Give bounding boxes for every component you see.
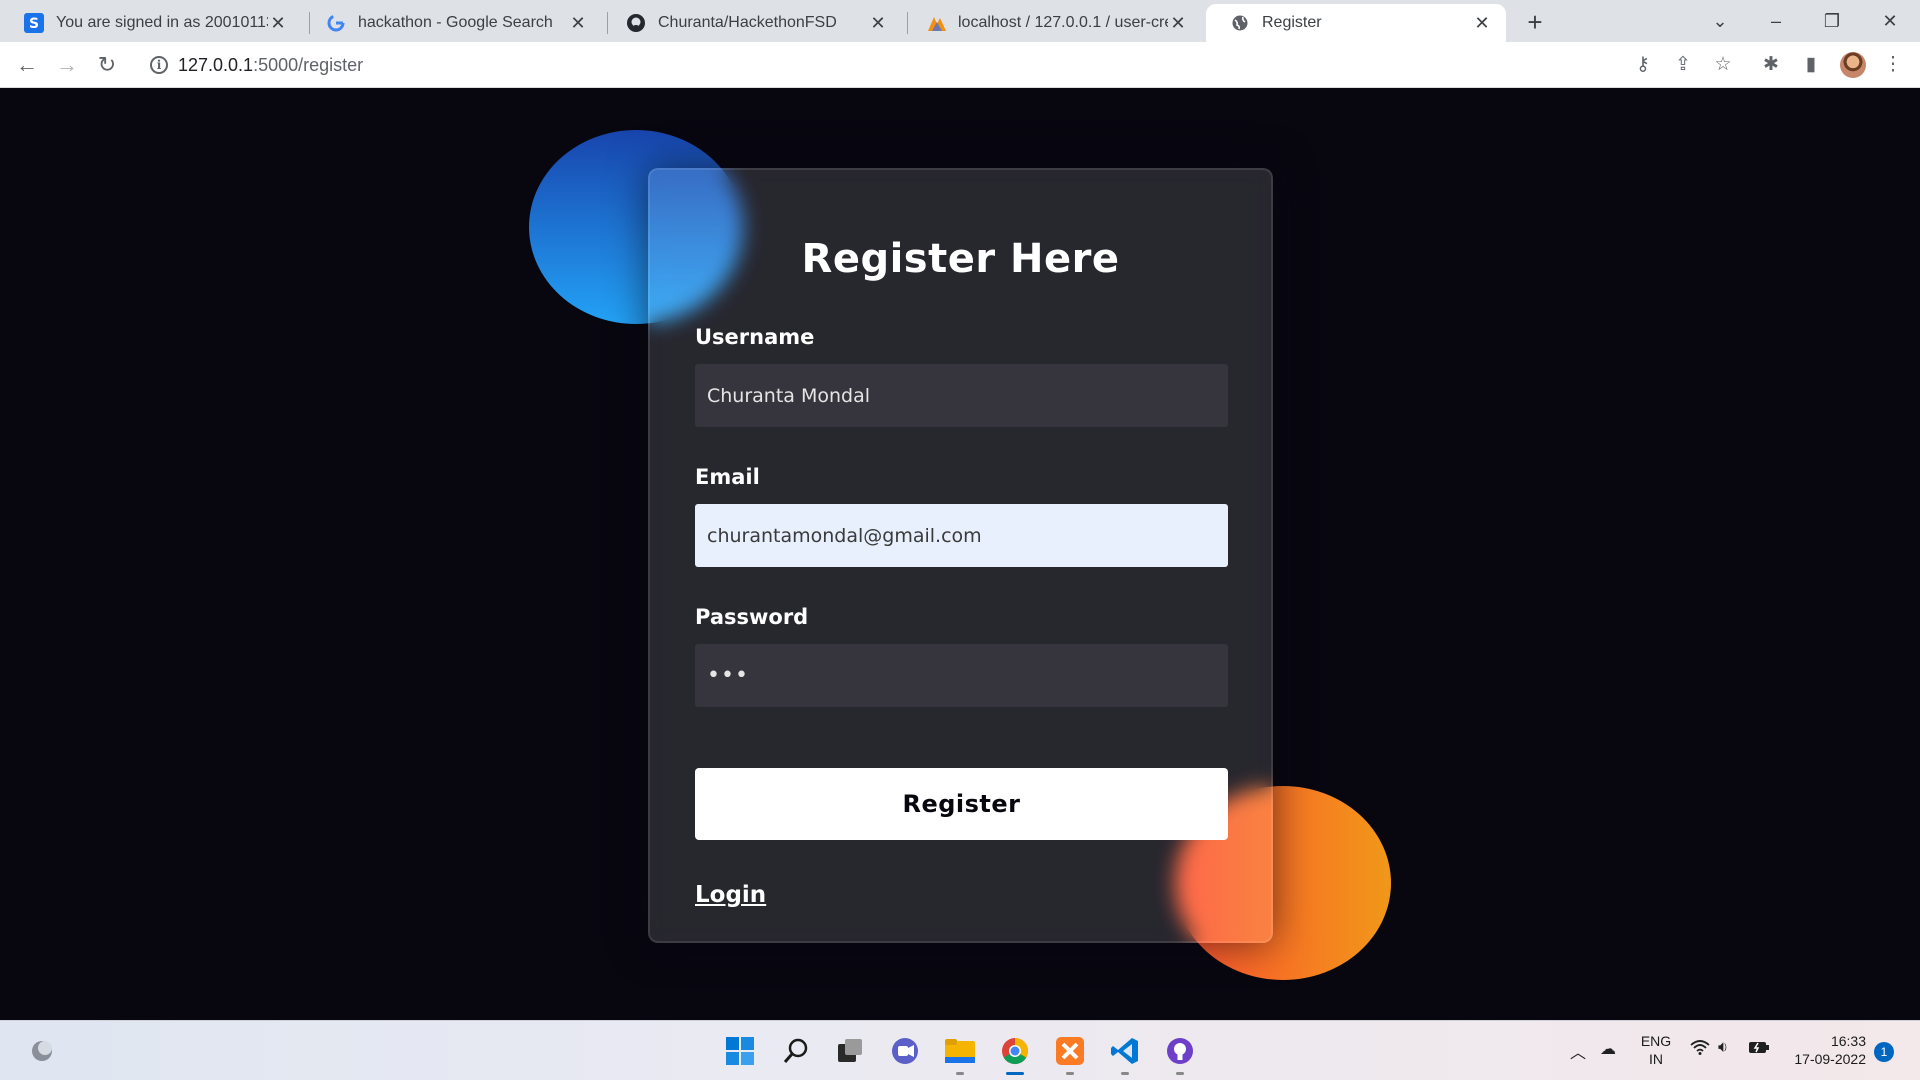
password-label: Password bbox=[695, 605, 809, 629]
start-icon[interactable] bbox=[722, 1033, 758, 1069]
close-tab-icon[interactable]: ✕ bbox=[1168, 13, 1188, 33]
tab-title: hackathon - Google Search bbox=[358, 14, 553, 31]
email-label: Email bbox=[695, 465, 760, 489]
vscode-icon[interactable] bbox=[1107, 1033, 1143, 1075]
clock-time: 16:33 bbox=[1830, 1033, 1866, 1049]
file-explorer-icon[interactable] bbox=[942, 1033, 978, 1075]
side-panel-icon[interactable]: ▮ bbox=[1798, 52, 1824, 78]
tab-search-chevron-icon[interactable]: ⌄ bbox=[1700, 4, 1740, 38]
tab-github[interactable]: Churanta/HackethonFSD ✕ bbox=[602, 4, 902, 42]
browser-toolbar: ← → ↻ i 127.0.0.1:5000/register ⚷ ⇪ ☆ ✱ … bbox=[0, 42, 1920, 88]
close-tab-icon[interactable]: ✕ bbox=[268, 13, 288, 33]
windows-taskbar: ︿ ☁ ENG IN 🔉︎ 16:33 17-09-2022 1 bbox=[0, 1020, 1920, 1080]
teams-chat-icon[interactable] bbox=[887, 1033, 923, 1069]
running-indicator bbox=[1176, 1072, 1184, 1075]
clock[interactable]: 16:33 17-09-2022 bbox=[1786, 1032, 1866, 1068]
menu-kebab-icon[interactable]: ⋮ bbox=[1880, 52, 1906, 78]
extensions-icon[interactable]: ✱ bbox=[1758, 52, 1784, 78]
task-view-icon[interactable] bbox=[832, 1033, 868, 1069]
tab-signed-in[interactable]: S You are signed in as 2001011369 ✕ bbox=[0, 4, 302, 42]
globe-icon bbox=[1230, 13, 1250, 33]
register-form: Register Here Username Churanta Mondal E… bbox=[648, 168, 1273, 943]
password-input[interactable]: ••• bbox=[695, 644, 1228, 707]
running-indicator bbox=[1121, 1072, 1129, 1075]
register-button[interactable]: Register bbox=[695, 768, 1228, 840]
share-icon[interactable]: ⇪ bbox=[1670, 52, 1696, 78]
profile-avatar[interactable] bbox=[1840, 52, 1866, 78]
language-code: ENG bbox=[1640, 1033, 1672, 1049]
address-bar[interactable]: i 127.0.0.1:5000/register bbox=[140, 48, 1710, 82]
notification-badge[interactable]: 1 bbox=[1874, 1042, 1894, 1062]
tab-google-search[interactable]: hackathon - Google Search ✕ bbox=[302, 4, 602, 42]
running-indicator bbox=[956, 1072, 964, 1075]
s-icon: S bbox=[24, 13, 44, 33]
tab-register[interactable]: Register ✕ bbox=[1206, 4, 1506, 42]
url-host: 127.0.0.1 bbox=[178, 54, 254, 75]
username-input[interactable]: Churanta Mondal bbox=[695, 364, 1228, 427]
username-label: Username bbox=[695, 325, 815, 349]
chrome-icon[interactable] bbox=[997, 1033, 1033, 1075]
login-link[interactable]: Login bbox=[695, 882, 766, 908]
url-path: :5000/register bbox=[253, 54, 364, 75]
clock-date: 17-09-2022 bbox=[1794, 1051, 1866, 1067]
tab-title: Churanta/HackethonFSD bbox=[658, 14, 837, 31]
page-viewport: Register Here Username Churanta Mondal E… bbox=[0, 89, 1920, 1020]
url-text: 127.0.0.1:5000/register bbox=[178, 55, 363, 76]
github-icon bbox=[626, 13, 646, 33]
google-icon bbox=[326, 13, 346, 33]
tab-title: localhost / 127.0.0.1 / user-cred / bbox=[958, 14, 1168, 31]
password-key-icon[interactable]: ⚷ bbox=[1630, 52, 1656, 78]
show-hidden-icons-chevron-icon[interactable]: ︿ bbox=[1570, 1039, 1586, 1063]
input-language-indicator[interactable]: ENG IN bbox=[1636, 1032, 1676, 1068]
language-region: IN bbox=[1649, 1051, 1663, 1067]
tab-phpmyadmin[interactable]: localhost / 127.0.0.1 / user-cred / ✕ bbox=[902, 4, 1202, 42]
xampp-icon[interactable] bbox=[1052, 1033, 1088, 1075]
form-heading: Register Here bbox=[801, 236, 1120, 282]
search-icon[interactable] bbox=[778, 1033, 814, 1069]
browser-tab-bar: S You are signed in as 2001011369 ✕ hack… bbox=[0, 0, 1920, 42]
github-desktop-icon[interactable] bbox=[1162, 1033, 1198, 1075]
close-tab-icon[interactable]: ✕ bbox=[868, 13, 888, 33]
reload-icon[interactable]: ↻ bbox=[92, 50, 122, 80]
forward-icon[interactable]: → bbox=[52, 50, 82, 80]
new-tab-button[interactable]: + bbox=[1520, 8, 1550, 38]
minimize-icon[interactable]: – bbox=[1756, 4, 1796, 38]
volume-icon[interactable]: 🔉︎ bbox=[1718, 1039, 1728, 1057]
running-indicator bbox=[1066, 1072, 1074, 1075]
onedrive-cloud-icon[interactable]: ☁ bbox=[1600, 1039, 1616, 1059]
close-window-icon[interactable]: ✕ bbox=[1870, 4, 1910, 38]
email-input[interactable]: churantamondal@gmail.com bbox=[695, 504, 1228, 567]
phpmyadmin-icon bbox=[926, 13, 946, 33]
weather-widget-icon[interactable] bbox=[24, 1033, 60, 1069]
close-tab-icon[interactable]: ✕ bbox=[1472, 13, 1492, 33]
tab-title: You are signed in as 2001011369 bbox=[56, 14, 268, 31]
battery-charging-icon[interactable] bbox=[1748, 1039, 1770, 1060]
tab-title: Register bbox=[1262, 14, 1322, 31]
close-tab-icon[interactable]: ✕ bbox=[568, 13, 588, 33]
site-info-icon[interactable]: i bbox=[150, 56, 168, 74]
restore-icon[interactable]: ❐ bbox=[1812, 4, 1852, 38]
wifi-icon[interactable] bbox=[1690, 1039, 1710, 1060]
svg-text:S: S bbox=[29, 16, 39, 32]
active-app-indicator bbox=[1006, 1072, 1024, 1075]
back-icon[interactable]: ← bbox=[12, 50, 42, 80]
bookmark-star-icon[interactable]: ☆ bbox=[1710, 52, 1736, 78]
